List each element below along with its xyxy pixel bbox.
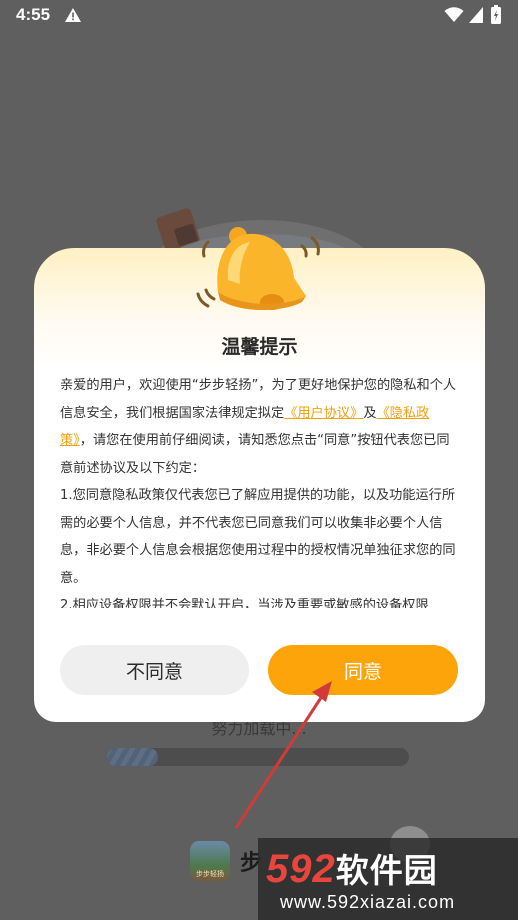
watermark-logo-text: 软件园	[335, 852, 438, 889]
watermark-url: www.592xiazai.com	[280, 892, 456, 912]
clause-2: 2.相应设备权限并不会默认开启，当涉及重要或敏感的设备权限	[60, 598, 429, 608]
loading-progress-bar	[107, 748, 409, 766]
clause-1: 1.您同意隐私政策仅代表您已了解应用提供的功能，以及功能运行所需的必要个人信息，…	[60, 488, 456, 586]
watermark: 592软件园 www.592xiazai.com	[258, 838, 518, 920]
dialog-title: 温馨提示	[221, 336, 298, 358]
agree-button[interactable]: 同意	[268, 645, 458, 695]
intro-paragraph: 亲爱的用户，欢迎使用“步步轻扬”，为了更好地保护您的隐私和个人信息安全，我们根据…	[60, 372, 460, 482]
user-agreement-link[interactable]: 《用户协议》	[284, 406, 363, 421]
intro-suffix: ，请您在使用前仔细阅读，请知悉您点击“同意”按钮代表您已同意前述协议及以下约定：	[60, 433, 450, 476]
app-logo: 步步轻扬	[190, 841, 230, 881]
watermark-logo-number: 592	[266, 847, 336, 891]
disagree-button[interactable]: 不同意	[60, 645, 249, 695]
loading-progress-fill	[107, 748, 159, 766]
and-text: 及	[363, 405, 377, 421]
bell-icon	[196, 227, 320, 310]
dialog-body[interactable]: 亲爱的用户，欢迎使用“步步轻扬”，为了更好地保护您的隐私和个人信息安全，我们根据…	[60, 372, 460, 608]
app-logo-label: 步步轻扬	[196, 870, 224, 878]
watermark-logo: 592软件园	[266, 844, 438, 892]
